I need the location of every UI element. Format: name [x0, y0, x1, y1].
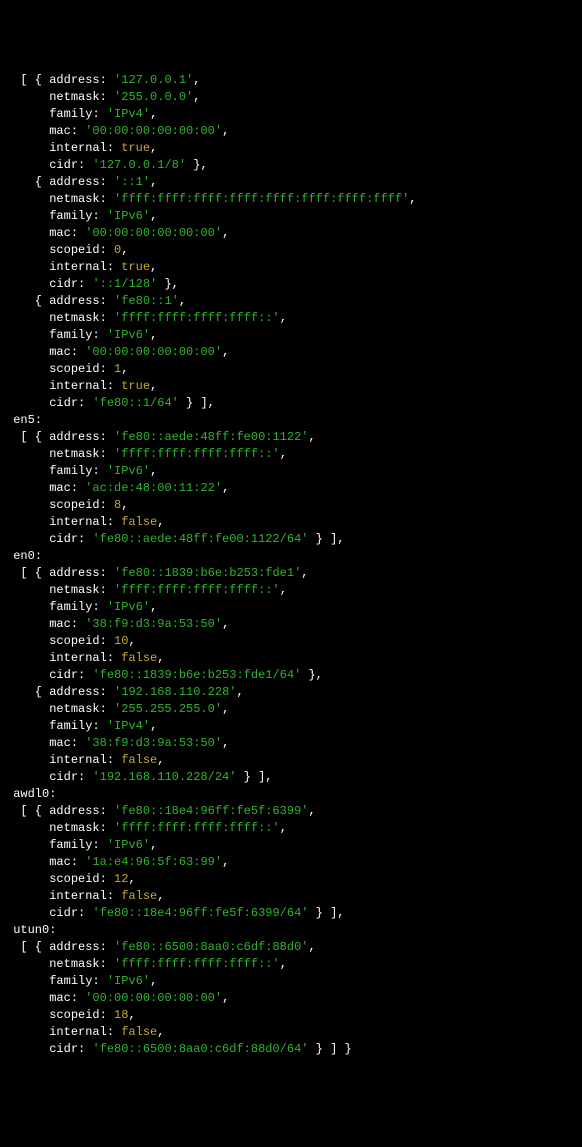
terminal-output: [ { address: '127.0.0.1', netmask: '255.… — [6, 72, 576, 1058]
